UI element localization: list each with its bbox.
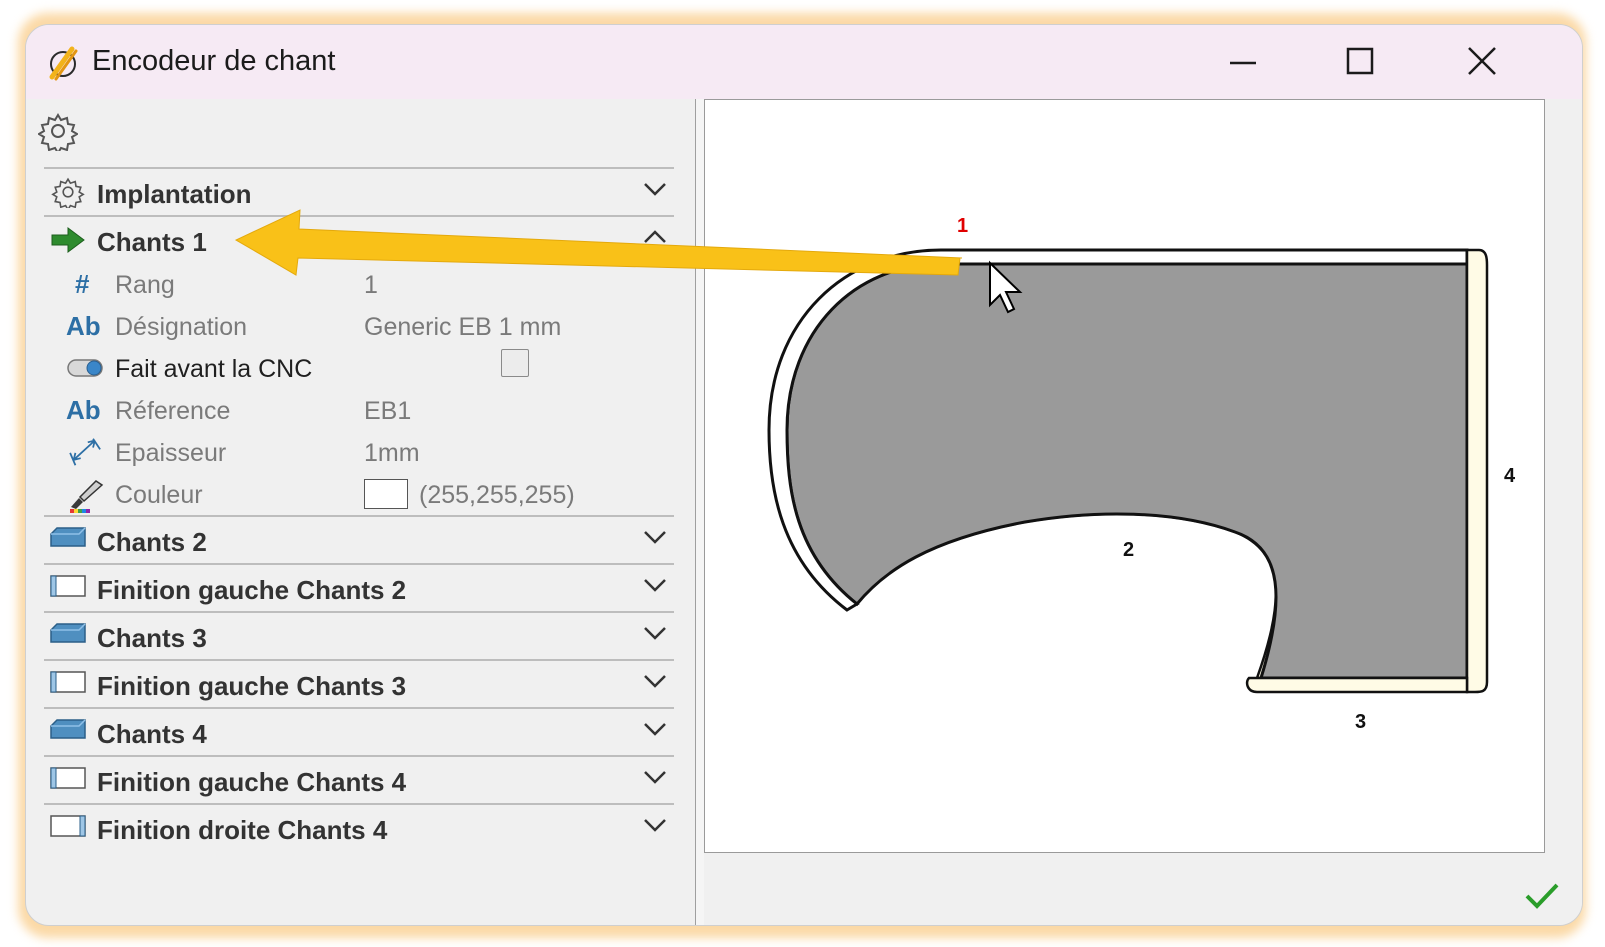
property-row-epaisseur: Epaisseur 1mm bbox=[44, 431, 674, 473]
property-row-reference: Ab Réference EB1 bbox=[44, 389, 674, 431]
text-ab-icon: Ab bbox=[66, 311, 101, 341]
toggle-icon bbox=[66, 353, 106, 383]
section-finition-gauche-chants-4[interactable]: Finition gauche Chants 4 bbox=[44, 755, 674, 803]
property-value[interactable]: 1 bbox=[364, 271, 378, 300]
edge-label-1: 1 bbox=[957, 215, 968, 237]
section-label: Implantation bbox=[97, 179, 252, 209]
section-chants-4[interactable]: Chants 4 bbox=[44, 707, 674, 755]
maximize-icon bbox=[1346, 47, 1374, 75]
property-label: Fait avant la CNC bbox=[115, 355, 313, 383]
close-icon bbox=[1468, 47, 1496, 75]
paintbrush-icon bbox=[66, 479, 106, 513]
property-row-fait-avant-cnc: Fait avant la CNC bbox=[44, 347, 674, 389]
section-chants-1[interactable]: Chants 1 bbox=[44, 215, 674, 263]
title-bar[interactable]: Encodeur de chant bbox=[26, 25, 1582, 99]
color-value[interactable]: (255,255,255) bbox=[419, 481, 575, 510]
section-label: Finition gauche Chants 2 bbox=[97, 575, 407, 605]
section-finition-gauche-chants-3[interactable]: Finition gauche Chants 3 bbox=[44, 659, 674, 707]
section-label: Finition gauche Chants 3 bbox=[97, 671, 407, 701]
chevron-down-icon[interactable] bbox=[642, 179, 668, 199]
edge-band-icon bbox=[48, 524, 88, 556]
minimize-button[interactable] bbox=[1218, 39, 1266, 85]
property-value[interactable]: EB1 bbox=[364, 397, 411, 426]
chevron-down-icon[interactable] bbox=[642, 575, 668, 595]
section-label: Chants 4 bbox=[97, 719, 207, 749]
section-finition-droite-chants-4[interactable]: Finition droite Chants 4 bbox=[44, 803, 674, 851]
gear-icon[interactable] bbox=[37, 111, 79, 155]
edge-finish-right-icon bbox=[48, 812, 88, 844]
property-row-couleur: Couleur (255,255,255) bbox=[44, 473, 674, 515]
chevron-down-icon[interactable] bbox=[642, 671, 668, 691]
edge-band-4 bbox=[1465, 248, 1489, 694]
chevron-down-icon[interactable] bbox=[642, 719, 668, 739]
chevron-down-icon[interactable] bbox=[642, 623, 668, 643]
property-value[interactable]: Generic EB 1 mm bbox=[364, 313, 561, 342]
property-row-rang: # Rang 1 bbox=[44, 263, 674, 305]
section-implantation[interactable]: Implantation bbox=[44, 167, 674, 215]
green-arrow-icon bbox=[48, 224, 88, 256]
maximize-button[interactable] bbox=[1336, 39, 1384, 85]
edge-band-3 bbox=[1245, 676, 1469, 694]
edge-label-4: 4 bbox=[1504, 465, 1516, 487]
window-title: Encodeur de chant bbox=[92, 45, 336, 77]
text-ab-icon: Ab bbox=[66, 395, 101, 425]
section-finition-gauche-chants-2[interactable]: Finition gauche Chants 2 bbox=[44, 563, 674, 611]
fait-avant-cnc-checkbox[interactable] bbox=[501, 349, 529, 377]
property-label: Réference bbox=[115, 397, 231, 425]
edge-label-3: 3 bbox=[1355, 711, 1366, 733]
section-chants-2[interactable]: Chants 2 bbox=[44, 515, 674, 563]
status-bar bbox=[704, 853, 1582, 925]
property-list: Implantation Chants 1 # Rang 1 Ab Désign… bbox=[44, 167, 674, 851]
panel-shape bbox=[785, 262, 1469, 680]
drawing-canvas[interactable]: 1 2 3 4 bbox=[704, 99, 1545, 853]
chevron-up-icon[interactable] bbox=[642, 227, 668, 247]
hash-icon: # bbox=[75, 269, 90, 299]
chevron-down-icon[interactable] bbox=[642, 767, 668, 787]
section-label: Finition gauche Chants 4 bbox=[97, 767, 407, 797]
gear-icon bbox=[48, 176, 88, 212]
close-button[interactable] bbox=[1458, 39, 1506, 85]
chevron-down-icon[interactable] bbox=[642, 527, 668, 547]
pencil-logo-icon bbox=[46, 43, 80, 83]
color-swatch[interactable] bbox=[364, 479, 408, 509]
edge-band-icon bbox=[48, 620, 88, 652]
property-value[interactable]: 1mm bbox=[364, 439, 420, 468]
thickness-icon bbox=[66, 437, 106, 467]
section-label: Chants 2 bbox=[97, 527, 207, 557]
edge-encoder-window: Encodeur de chant Implantation Chants 1 … bbox=[25, 24, 1583, 926]
section-label: Finition droite Chants 4 bbox=[97, 815, 388, 845]
property-label: Epaisseur bbox=[115, 439, 227, 467]
property-label: Rang bbox=[115, 271, 175, 299]
edge-finish-left-icon bbox=[48, 572, 88, 604]
edge-band-icon bbox=[48, 716, 88, 748]
section-label: Chants 1 bbox=[97, 227, 207, 257]
checkmark-icon[interactable] bbox=[1524, 881, 1560, 911]
section-chants-3[interactable]: Chants 3 bbox=[44, 611, 674, 659]
property-row-designation: Ab Désignation Generic EB 1 mm bbox=[44, 305, 674, 347]
edge-finish-left-icon bbox=[48, 668, 88, 700]
property-label: Couleur bbox=[115, 481, 203, 509]
edge-finish-left-icon bbox=[48, 764, 88, 796]
section-label: Chants 3 bbox=[97, 623, 207, 653]
chevron-down-icon[interactable] bbox=[642, 815, 668, 835]
property-label: Désignation bbox=[115, 313, 248, 341]
property-panel: Implantation Chants 1 # Rang 1 Ab Désign… bbox=[26, 99, 696, 925]
edge-label-2: 2 bbox=[1123, 539, 1134, 561]
